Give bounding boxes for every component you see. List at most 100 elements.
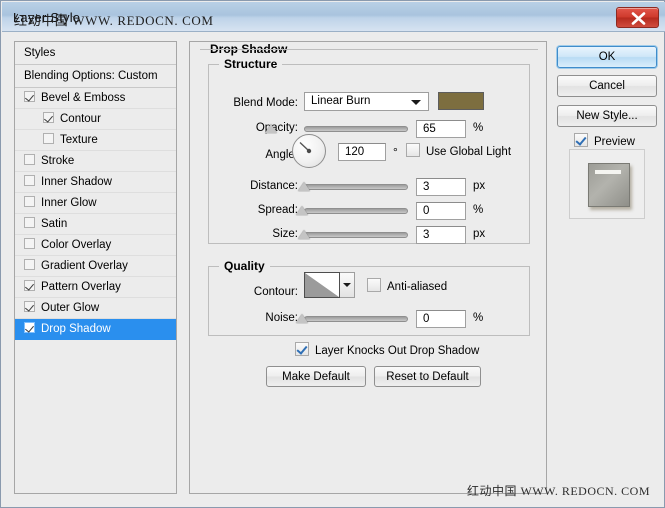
ok-button[interactable]: OK [557, 46, 657, 68]
style-item-inner-shadow[interactable]: Inner Shadow [15, 172, 176, 193]
layer-knocks-out-checkbox[interactable] [295, 342, 309, 356]
structure-title: Structure [219, 57, 283, 71]
spread-input[interactable]: 0 [416, 202, 466, 220]
preview-tile [588, 163, 630, 207]
noise-label: Noise: [265, 312, 298, 324]
style-item-inner-glow[interactable]: Inner Glow [15, 193, 176, 214]
size-slider-thumb[interactable] [298, 230, 310, 239]
noise-slider-thumb[interactable] [296, 314, 308, 323]
reset-to-default-button[interactable]: Reset to Default [374, 366, 481, 387]
opacity-input[interactable]: 65 [416, 120, 466, 138]
preview-label: Preview [594, 136, 635, 148]
style-item-label: Inner Glow [41, 197, 97, 209]
anti-aliased-checkbox[interactable] [367, 278, 381, 292]
anti-aliased-label: Anti-aliased [387, 281, 448, 293]
style-item-contour[interactable]: Contour [15, 109, 176, 130]
distance-label: Distance: [250, 180, 298, 192]
blend-mode-select[interactable]: Linear Burn [304, 92, 429, 111]
angle-unit: ° [393, 145, 398, 159]
style-checkbox[interactable] [43, 133, 54, 144]
style-item-drop-shadow[interactable]: Drop Shadow [15, 319, 176, 340]
opacity-slider-thumb[interactable] [265, 124, 277, 133]
new-style-button[interactable]: New Style... [557, 105, 657, 127]
style-item-label: Stroke [41, 155, 75, 167]
style-checkbox[interactable] [24, 91, 35, 102]
style-item-label: Pattern Overlay [41, 281, 121, 293]
quality-title: Quality [219, 259, 270, 273]
style-item-label: Inner Shadow [41, 176, 112, 188]
angle-input[interactable]: 120 [338, 143, 386, 161]
noise-unit: % [473, 312, 484, 324]
size-unit: px [473, 228, 486, 240]
style-checkbox[interactable] [24, 196, 35, 207]
spread-slider-track[interactable] [304, 208, 408, 214]
style-item-pattern-overlay[interactable]: Pattern Overlay [15, 277, 176, 298]
chevron-down-icon [411, 100, 421, 105]
size-label: Size: [272, 228, 298, 240]
size-input[interactable]: 3 [416, 226, 466, 244]
style-item-satin[interactable]: Satin [15, 214, 176, 235]
spread-slider-thumb[interactable] [296, 206, 308, 215]
style-checkbox[interactable] [24, 280, 35, 291]
style-item-label: Contour [60, 113, 101, 125]
contour-label: Contour: [253, 286, 298, 298]
style-item-label: Outer Glow [41, 302, 100, 314]
style-item-label: Gradient Overlay [41, 260, 128, 272]
make-default-button[interactable]: Make Default [266, 366, 366, 387]
style-item-label: Bevel & Emboss [41, 92, 126, 104]
distance-unit: px [473, 180, 486, 192]
size-slider-track[interactable] [304, 232, 408, 238]
style-checkbox[interactable] [24, 259, 35, 270]
opacity-unit: % [473, 122, 484, 134]
style-checkbox[interactable] [24, 154, 35, 165]
style-checkbox[interactable] [24, 301, 35, 312]
style-checkbox[interactable] [43, 112, 54, 123]
style-checkbox[interactable] [24, 238, 35, 249]
bottom-watermark: 红动中国 WWW. REDOCN. COM [466, 484, 650, 498]
noise-input[interactable]: 0 [416, 310, 466, 328]
use-global-light-label: Use Global Light [426, 146, 512, 158]
quality-group: Quality [208, 259, 530, 336]
shadow-color-swatch[interactable] [438, 92, 484, 110]
style-item-bevel-emboss[interactable]: Bevel & Emboss [15, 88, 176, 109]
layer-style-dialog: Layer Style 红动中国 WWW. REDOCN. COM Styles… [0, 0, 665, 508]
distance-slider-track[interactable] [304, 184, 408, 190]
spread-label: Spread: [257, 204, 298, 216]
style-item-label: Color Overlay [41, 239, 112, 251]
style-item-color-overlay[interactable]: Color Overlay [15, 235, 176, 256]
spread-unit: % [473, 204, 484, 216]
preview-highlight [595, 170, 621, 174]
style-item-texture[interactable]: Texture [15, 130, 176, 151]
preview-checkbox[interactable] [574, 133, 588, 147]
contour-thumbnail[interactable] [304, 272, 340, 298]
style-item-label: Drop Shadow [41, 323, 111, 335]
opacity-label: Opacity: [255, 122, 298, 134]
style-checkbox[interactable] [24, 175, 35, 186]
noise-slider-track[interactable] [304, 316, 408, 322]
angle-dial-needle [299, 141, 312, 154]
options-panel: Drop Shadow Structure Blend Mode: Linear… [189, 41, 547, 494]
styles-list-panel[interactable]: Styles Blending Options: Custom Bevel & … [14, 41, 177, 494]
blending-options-row[interactable]: Blending Options: Custom [15, 65, 176, 88]
title-bar: Layer Style 红动中国 WWW. REDOCN. COM [2, 2, 665, 32]
use-global-light-checkbox[interactable] [406, 143, 420, 157]
distance-input[interactable]: 3 [416, 178, 466, 196]
style-item-gradient-overlay[interactable]: Gradient Overlay [15, 256, 176, 277]
angle-label: Angle: [265, 149, 298, 161]
style-item-outer-glow[interactable]: Outer Glow [15, 298, 176, 319]
opacity-slider-track[interactable] [304, 126, 408, 132]
style-checkbox[interactable] [24, 322, 35, 333]
layer-knocks-out-label: Layer Knocks Out Drop Shadow [315, 345, 480, 357]
contour-dropdown-button[interactable] [340, 272, 355, 298]
close-button[interactable] [616, 7, 659, 28]
angle-dial[interactable] [292, 134, 326, 168]
close-icon [631, 12, 646, 25]
distance-slider-thumb[interactable] [298, 182, 310, 191]
cancel-button[interactable]: Cancel [557, 75, 657, 97]
style-item-label: Satin [41, 218, 68, 230]
group-divider [200, 49, 538, 50]
styles-list-header: Styles [15, 42, 176, 65]
style-item-stroke[interactable]: Stroke [15, 151, 176, 172]
style-checkbox[interactable] [24, 217, 35, 228]
style-item-label: Texture [60, 134, 98, 146]
